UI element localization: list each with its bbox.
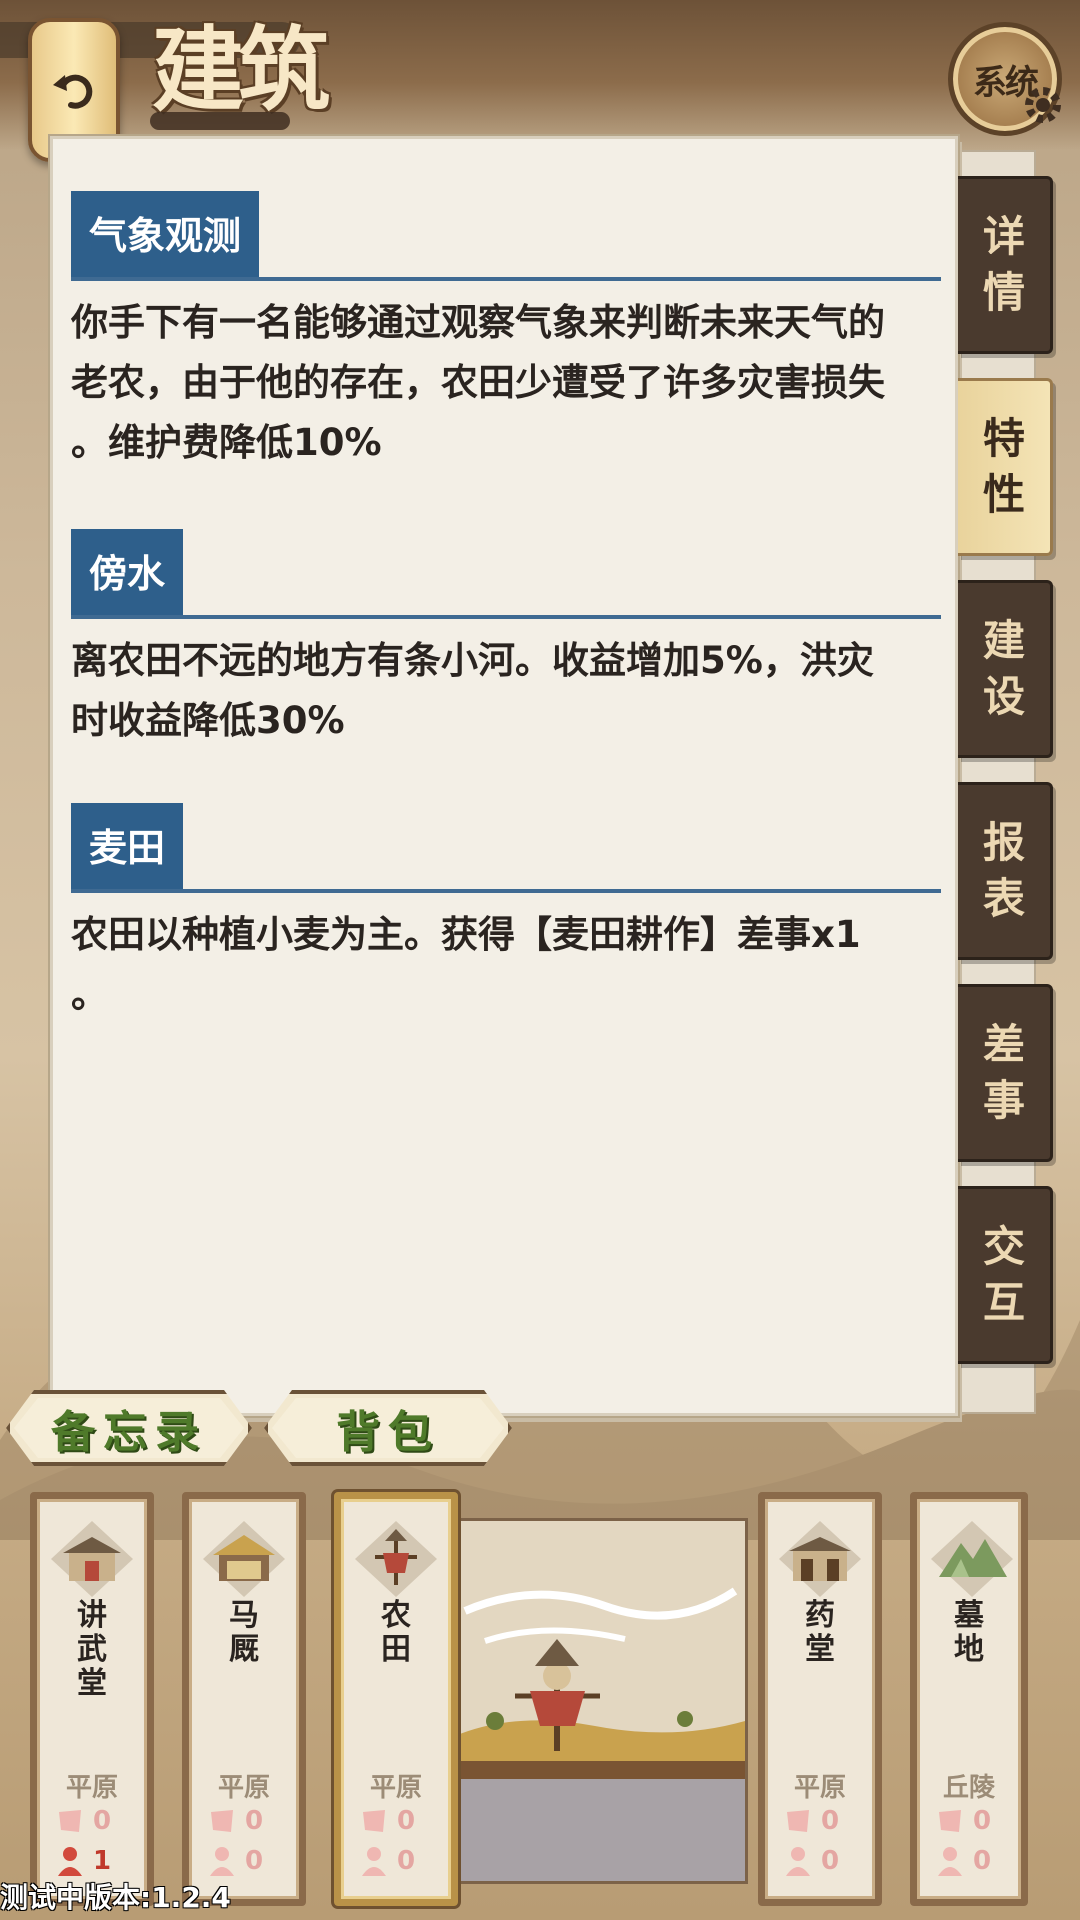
pharmacy-icon <box>779 1521 861 1597</box>
stat-value: 0 <box>821 1806 840 1836</box>
trait-header: 麦田 <box>71 801 941 893</box>
tab-label: 情 <box>982 268 1025 317</box>
gear-icon <box>1025 87 1061 123</box>
memo-label: 备忘录 <box>51 1407 207 1458</box>
building-name: 药 堂 <box>805 1598 835 1667</box>
building-card-farmland[interactable]: 农 田 平原 0 0 <box>334 1492 458 1906</box>
building-card-pharmacy[interactable]: 药 堂 平原 0 0 <box>758 1492 882 1906</box>
trait-title: 麦田 <box>71 803 184 889</box>
stat-value: 0 <box>245 1806 264 1836</box>
trait-section: 麦田 农田以种植小麦为主。获得【麦田耕作】差事x1 。 <box>71 801 941 1025</box>
trait-section: 气象观测 你手下有一名能够通过观察气象来判断未来天气的 老农，由于他的存在，农田… <box>71 189 941 473</box>
stat-row: 0 <box>55 1803 135 1839</box>
cemetery-icon <box>931 1521 1013 1597</box>
stat-value: 0 <box>821 1846 840 1876</box>
building-name: 墓 地 <box>954 1598 984 1667</box>
stat-value: 0 <box>397 1846 416 1876</box>
tab-construction[interactable]: 建 设 <box>958 580 1053 758</box>
stat-row: 1 <box>55 1843 135 1879</box>
scroll-icon <box>939 1810 961 1832</box>
trait-header: 气象观测 <box>71 189 941 281</box>
tab-label: 特 <box>982 414 1025 463</box>
terrain-label: 平原 <box>369 1773 422 1803</box>
tab-label: 交 <box>982 1222 1025 1271</box>
stable-icon <box>203 1521 285 1597</box>
building-card-stable[interactable]: 马 厩 平原 0 0 <box>182 1492 306 1906</box>
scroll-icon <box>59 1810 81 1832</box>
tab-label: 详 <box>982 212 1025 261</box>
backpack-label: 背包 <box>336 1407 440 1458</box>
scroll-icon <box>787 1810 809 1832</box>
tab-label: 性 <box>982 470 1025 519</box>
tab-label: 建 <box>982 616 1025 665</box>
scarecrow-scene-icon <box>455 1521 745 1881</box>
tab-label: 设 <box>982 672 1025 721</box>
terrain-label: 平原 <box>65 1773 118 1803</box>
stat-row: 0 <box>207 1803 287 1839</box>
back-arrow-icon <box>53 74 93 109</box>
building-name: 马 厩 <box>229 1598 259 1667</box>
trait-description: 你手下有一名能够通过观察气象来判断未来天气的 老农，由于他的存在，农田少遭受了许… <box>71 301 885 464</box>
tab-details[interactable]: 详 情 <box>958 176 1053 354</box>
terrain-label: 平原 <box>793 1773 846 1803</box>
terrain-label: 平原 <box>217 1773 270 1803</box>
stat-value: 0 <box>973 1806 992 1836</box>
martial-hall-icon <box>51 1521 133 1597</box>
stat-value: 0 <box>397 1806 416 1836</box>
stat-row: 0 <box>935 1803 1015 1839</box>
person-icon <box>362 1847 386 1876</box>
tab-interact[interactable]: 交 互 <box>958 1186 1053 1364</box>
building-name: 农 田 <box>381 1598 411 1667</box>
trait-title: 傍水 <box>71 529 184 615</box>
stat-row: 0 <box>935 1843 1015 1879</box>
trait-header: 傍水 <box>71 527 941 619</box>
memo-button[interactable]: 备忘录 <box>6 1390 252 1466</box>
person-icon <box>58 1847 82 1876</box>
stat-row: 0 <box>783 1803 863 1839</box>
person-icon <box>210 1847 234 1876</box>
backpack-button[interactable]: 背包 <box>264 1390 512 1466</box>
version-label: 测试中版本:1.2.4 <box>0 1881 231 1914</box>
tab-label: 差 <box>982 1020 1025 1069</box>
stat-value: 0 <box>245 1846 264 1876</box>
building-card-cemetery[interactable]: 墓 地 丘陵 0 0 <box>910 1492 1028 1906</box>
stat-row: 0 <box>783 1843 863 1879</box>
scarecrow-icon <box>355 1521 437 1597</box>
trait-title: 气象观测 <box>71 191 260 277</box>
person-icon <box>786 1847 810 1876</box>
traits-panel: 气象观测 你手下有一名能够通过观察气象来判断未来天气的 老农，由于他的存在，农田… <box>50 136 958 1416</box>
scroll-icon <box>363 1810 385 1832</box>
stat-value: 0 <box>973 1846 992 1876</box>
tab-reports[interactable]: 报 表 <box>958 782 1053 960</box>
stat-value: 0 <box>93 1806 112 1836</box>
stat-row: 0 <box>359 1803 439 1839</box>
tab-label: 互 <box>982 1278 1025 1327</box>
building-card-martial-hall[interactable]: 讲 武 堂 平原 0 1 <box>30 1492 154 1906</box>
tab-label: 表 <box>982 874 1025 923</box>
trait-section: 傍水 离农田不远的地方有条小河。收益增加5%，洪灾 时收益降低30% <box>71 527 941 751</box>
tab-label: 报 <box>982 818 1025 867</box>
tab-errands[interactable]: 差 事 <box>958 984 1053 1162</box>
trait-description: 离农田不远的地方有条小河。收益增加5%，洪灾 时收益降低30% <box>71 639 874 742</box>
tab-traits[interactable]: 特 性 <box>958 378 1053 556</box>
scroll-icon <box>211 1810 233 1832</box>
person-icon <box>938 1847 962 1876</box>
building-name: 讲 武 堂 <box>77 1598 107 1701</box>
terrain-label: 丘陵 <box>942 1773 995 1803</box>
stat-row: 0 <box>207 1843 287 1879</box>
title-brush-stroke <box>150 112 290 130</box>
stat-value: 1 <box>93 1846 112 1876</box>
farmland-preview-image <box>452 1518 748 1884</box>
trait-description: 农田以种植小麦为主。获得【麦田耕作】差事x1 。 <box>71 913 861 1016</box>
tab-label: 事 <box>982 1076 1025 1125</box>
stat-row: 0 <box>359 1843 439 1879</box>
